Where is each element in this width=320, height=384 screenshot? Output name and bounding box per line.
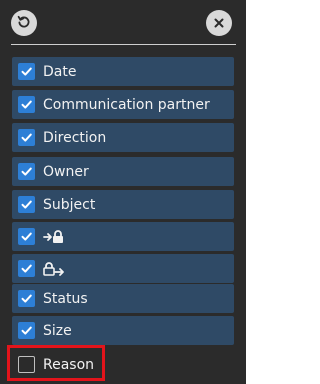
column-option-communication-partner[interactable]: Communication partner	[12, 90, 234, 119]
column-label: Status	[43, 290, 88, 307]
close-button[interactable]	[206, 10, 232, 36]
column-option-date[interactable]: Date	[12, 57, 234, 86]
column-option-reason[interactable]: Reason	[12, 350, 234, 379]
checkbox[interactable]	[18, 196, 35, 213]
column-label: Owner	[43, 163, 89, 180]
column-label: Communication partner	[43, 96, 210, 113]
checkbox[interactable]	[18, 63, 35, 80]
column-option-status[interactable]: Status	[12, 284, 234, 313]
column-label: Subject	[43, 196, 96, 213]
panel-header	[0, 0, 246, 46]
checkbox[interactable]	[18, 260, 35, 277]
column-option-direction[interactable]: Direction	[12, 123, 234, 152]
checkbox[interactable]	[18, 356, 35, 373]
column-label: Date	[43, 63, 77, 80]
column-option-size[interactable]: Size	[12, 316, 234, 345]
reset-button[interactable]	[11, 10, 37, 36]
column-option-lock-arrow[interactable]	[12, 254, 234, 283]
checkbox[interactable]	[18, 322, 35, 339]
column-label: Direction	[43, 129, 107, 146]
header-divider	[11, 44, 236, 45]
close-icon	[213, 14, 225, 33]
column-option-attachment-lock[interactable]	[12, 222, 234, 251]
checkbox[interactable]	[18, 163, 35, 180]
checkbox[interactable]	[18, 228, 35, 245]
checkbox[interactable]	[18, 96, 35, 113]
attachment-lock-icon	[43, 228, 65, 246]
column-option-owner[interactable]: Owner	[12, 157, 234, 186]
column-option-subject[interactable]: Subject	[12, 190, 234, 219]
checkbox[interactable]	[18, 290, 35, 307]
lock-arrow-icon	[43, 260, 65, 278]
checkbox[interactable]	[18, 129, 35, 146]
column-label: Size	[43, 322, 72, 339]
column-chooser-panel: Date Communication partner Direction Own…	[0, 0, 246, 384]
column-label: Reason	[43, 356, 95, 373]
refresh-icon	[17, 14, 31, 33]
